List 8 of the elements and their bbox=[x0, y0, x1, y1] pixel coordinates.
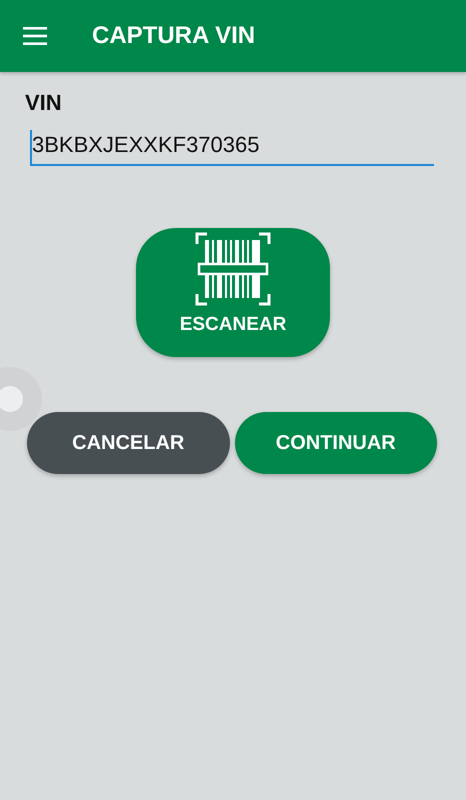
continue-button[interactable]: CONTINUAR bbox=[234, 412, 437, 474]
field-label: VIN bbox=[25, 90, 62, 116]
vin-input-field[interactable]: 3BKBXJEXXKF370365 bbox=[30, 130, 434, 166]
menu-icon[interactable] bbox=[23, 27, 47, 45]
barcode-scan-icon bbox=[195, 232, 271, 306]
screen-title: CAPTURA VIN bbox=[92, 22, 256, 50]
scan-button[interactable]: ESCANEAR bbox=[136, 228, 330, 357]
cancel-button[interactable]: CANCELAR bbox=[27, 412, 230, 474]
